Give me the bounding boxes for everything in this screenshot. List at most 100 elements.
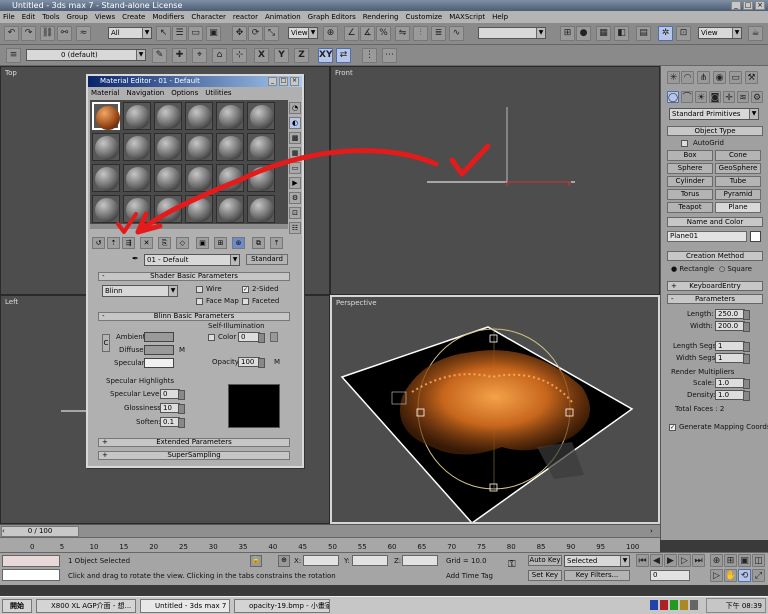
sample-slot[interactable] xyxy=(154,133,182,161)
self-illum-color-checkbox[interactable] xyxy=(208,334,215,341)
sample-slot[interactable] xyxy=(216,164,244,192)
material-navigator-icon[interactable]: ☷ xyxy=(289,222,301,234)
ime-icon[interactable] xyxy=(670,600,678,610)
sample-type-icon[interactable]: ◔ xyxy=(289,102,301,114)
active-render-icon[interactable]: ✲ xyxy=(658,26,673,41)
me-menu-material[interactable]: Material xyxy=(91,88,119,98)
material-effects-icon[interactable]: ⊞ xyxy=(214,237,227,249)
create-layer-icon[interactable]: ✎ xyxy=(152,48,167,63)
menu-group[interactable]: Group xyxy=(67,13,88,21)
name-color-rollout[interactable]: Name and Color xyxy=(667,217,763,227)
me-maximize-button[interactable]: □ xyxy=(279,77,288,86)
axis-xy-button[interactable]: XY xyxy=(318,48,333,63)
y-coord-field[interactable] xyxy=(352,555,388,566)
sphere-button[interactable]: Sphere xyxy=(667,163,713,174)
make-unique-icon[interactable]: ◇ xyxy=(176,237,189,249)
unlink-icon[interactable]: ⚯ xyxy=(57,26,72,41)
shapes-icon[interactable]: ⌒ xyxy=(681,91,693,103)
task-button-display-driver[interactable]: X800 XL AGP介面 - 想... xyxy=(36,599,136,613)
sample-slot[interactable] xyxy=(185,102,213,130)
selection-filter-dropdown[interactable]: All ▼ xyxy=(108,27,152,39)
creation-method-rollout[interactable]: Creation Method xyxy=(667,251,763,261)
diffuse-color-swatch[interactable] xyxy=(144,345,174,355)
slot-scrollbar[interactable] xyxy=(90,224,288,229)
pick-material-icon[interactable]: ✒ xyxy=(132,254,142,264)
ref-coord-dropdown[interactable]: View ▼ xyxy=(288,27,318,39)
self-illum-map-button[interactable] xyxy=(270,332,278,342)
sample-slot[interactable] xyxy=(154,164,182,192)
absolute-mode-icon[interactable]: ⊕ xyxy=(278,555,290,567)
put-to-library-icon[interactable]: ▣ xyxy=(196,237,209,249)
cone-button[interactable]: Cone xyxy=(715,150,761,161)
track-bar[interactable]: 0 5 10 15 20 25 30 35 40 45 50 55 60 65 70 75 80 85 90 95 10… xyxy=(0,537,660,552)
render-teapot-icon[interactable]: ☕ xyxy=(748,26,763,41)
faceted-checkbox[interactable] xyxy=(242,298,249,305)
select-layer-icon[interactable]: ⌖ xyxy=(192,48,207,63)
menu-animation[interactable]: Animation xyxy=(265,13,301,21)
curve-editor-icon[interactable]: ∿ xyxy=(449,26,464,41)
torus-button[interactable]: Torus xyxy=(667,189,713,200)
bind-spacewarp-icon[interactable]: ≈ xyxy=(76,26,91,41)
display-icon[interactable] xyxy=(690,600,698,610)
layers-icon[interactable]: ≡ xyxy=(6,48,21,63)
maxscript-mini-listener[interactable] xyxy=(2,569,60,581)
two-sided-checkbox[interactable]: ✓ xyxy=(242,286,249,293)
assign-material-icon[interactable]: ⇶ xyxy=(122,237,135,249)
axis-y-button[interactable]: Y xyxy=(274,48,289,63)
prev-frame-icon[interactable]: ◀ xyxy=(650,554,663,567)
geosphere-button[interactable]: GeoSphere xyxy=(715,163,761,174)
density-spinner[interactable]: 1.0 xyxy=(715,390,750,401)
menu-views[interactable]: Views xyxy=(95,13,115,21)
render-scene-icon[interactable]: ▦ xyxy=(596,26,611,41)
render-last-icon[interactable]: ⊡ xyxy=(676,26,691,41)
sample-slot[interactable] xyxy=(185,164,213,192)
object-name-input[interactable]: Plane01 xyxy=(667,231,747,242)
select-by-material-icon[interactable]: ⊡ xyxy=(289,207,301,219)
add-to-layer-icon[interactable]: ✚ xyxy=(172,48,187,63)
put-to-scene-icon[interactable]: ⇡ xyxy=(107,237,120,249)
glossiness-spinner[interactable]: 10 xyxy=(160,403,185,414)
named-selection-dropdown[interactable]: ▼ xyxy=(478,27,546,39)
time-slider[interactable]: 0 / 100 ‹ › xyxy=(0,524,660,537)
menu-reactor[interactable]: reactor xyxy=(233,13,258,21)
length-spinner[interactable]: 250.0 xyxy=(715,309,750,320)
sample-slot[interactable] xyxy=(123,133,151,161)
menu-character[interactable]: Character xyxy=(191,13,226,21)
autogrid-checkbox[interactable] xyxy=(681,140,688,147)
me-menu-navigation[interactable]: Navigation xyxy=(126,88,164,98)
start-button[interactable]: 開始 xyxy=(2,599,32,613)
get-material-icon[interactable]: ↺ xyxy=(92,237,105,249)
blinn-params-rollout[interactable]: - Blinn Basic Parameters xyxy=(98,312,290,321)
render-region-icon[interactable]: ▤ xyxy=(636,26,651,41)
material-editor-icon[interactable]: ● xyxy=(576,26,591,41)
wire-checkbox[interactable] xyxy=(196,286,203,293)
sample-slot[interactable] xyxy=(185,133,213,161)
lock-selection-icon[interactable]: 🔒 xyxy=(250,555,262,567)
lock-ambient-diffuse-button[interactable]: C xyxy=(102,334,110,352)
sample-slot[interactable] xyxy=(247,164,275,192)
key-mode-dropdown[interactable]: Selected ▼ xyxy=(564,555,630,567)
length-segs-spinner[interactable]: 1 xyxy=(715,341,750,352)
teapot-button[interactable]: Teapot xyxy=(667,202,713,213)
percent-snap-icon[interactable]: % xyxy=(376,26,391,41)
z-coord-field[interactable] xyxy=(402,555,438,566)
go-to-parent-icon[interactable]: ⤒ xyxy=(270,237,283,249)
systems-icon[interactable]: ⚙ xyxy=(751,91,763,103)
menu-maxscript[interactable]: MAXScript xyxy=(449,13,485,21)
spacewarps-icon[interactable]: ≋ xyxy=(737,91,749,103)
render-view-dropdown[interactable]: View ▼ xyxy=(698,27,742,39)
opacity-map-button[interactable]: M xyxy=(274,358,280,366)
align-icon[interactable]: ⫶ xyxy=(413,26,428,41)
x-coord-field[interactable] xyxy=(303,555,339,566)
zoom-extents-icon[interactable]: ▣ xyxy=(738,554,751,567)
utilities-tab-icon[interactable]: ⚒ xyxy=(745,71,758,84)
soften-spinner[interactable]: 0.1 xyxy=(160,417,185,428)
hierarchy-tab-icon[interactable]: ⋔ xyxy=(697,71,710,84)
backlight-icon[interactable]: ◐ xyxy=(289,117,301,129)
plane-constraint-icon[interactable]: ⇄ xyxy=(336,48,351,63)
reset-map-icon[interactable]: ✕ xyxy=(140,237,153,249)
maximize-viewport-icon[interactable]: ⤢ xyxy=(752,569,765,582)
diffuse-map-button[interactable]: M xyxy=(179,346,185,354)
geometry-icon[interactable]: ◯ xyxy=(667,91,679,103)
menu-create[interactable]: Create xyxy=(122,13,145,21)
